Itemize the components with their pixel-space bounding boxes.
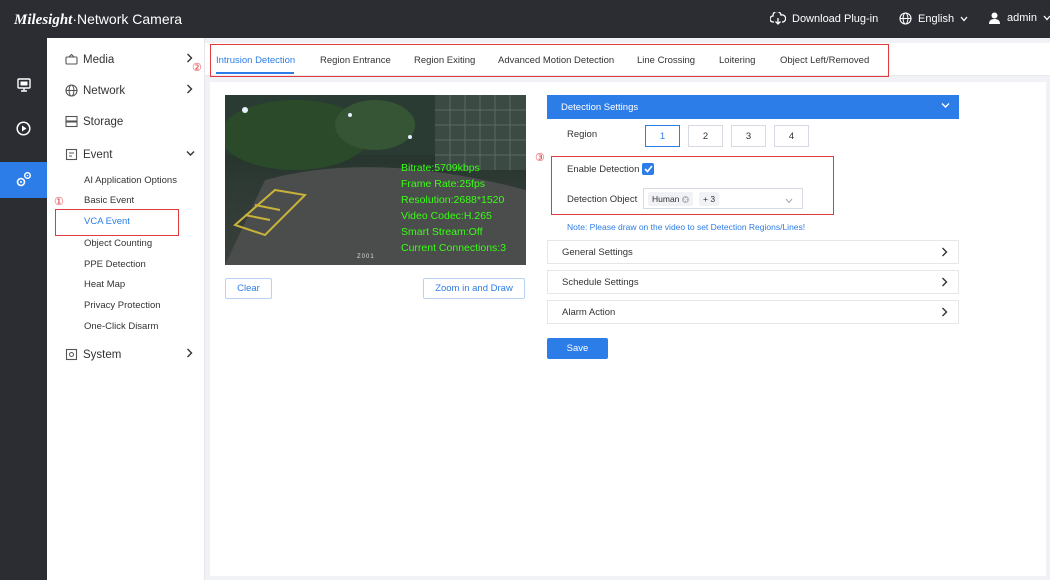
clear-button[interactable]: Clear [225,278,272,299]
sidebar-item-event[interactable]: Event [47,144,205,166]
video-preview[interactable]: Bitrate:5709kbps Frame Rate:25fps Resolu… [225,95,526,265]
sidebar-subitem[interactable]: One-Click Disarm [84,321,158,332]
live-view-nav[interactable] [0,68,47,104]
sidebar-subitem[interactable]: Object Counting [84,238,152,249]
general-settings-section[interactable]: General Settings [547,240,959,264]
schedule-settings-section[interactable]: Schedule Settings [547,270,959,294]
user-menu[interactable]: admin [988,12,1050,24]
region-button-4[interactable]: 4 [774,125,809,147]
media-icon [65,53,78,69]
chevron-down-icon [186,148,195,160]
sidebar-item-label: Event [83,149,113,161]
download-icon [770,12,786,25]
highlight-box-tabs [210,44,889,77]
osd-video-codec: Video Codec:H.265 [401,210,492,222]
sidebar-item-media[interactable]: Media [47,49,205,71]
osd-bitrate: Bitrate:5709kbps [401,162,480,174]
globe-icon [65,84,78,100]
system-icon [65,348,78,364]
highlight-box-vca-event [55,209,179,236]
settings-icon [15,170,33,191]
annotation-marker-2: ② [192,62,202,74]
section-title: General Settings [562,247,633,258]
chevron-right-icon [186,84,193,97]
osd-frame-rate: Frame Rate:25fps [401,178,486,190]
user-label: admin [1007,12,1037,24]
chevron-right-icon [941,307,948,320]
zone-label: Z001 [357,254,375,260]
region-label: Region [567,129,598,140]
storage-icon [65,115,78,131]
language-label: English [918,12,955,25]
chevron-down-icon [960,16,968,22]
draw-note: Note: Please draw on the video to set De… [567,222,806,232]
brand-logo: Milesight [14,12,73,28]
sidebar-subitem[interactable]: AI Application Options [84,175,177,186]
osd-resolution: Resolution:2688*1520 [401,194,505,206]
chevron-down-icon [941,101,950,112]
annotation-marker-1: ① [54,196,64,208]
sidebar-subitem[interactable]: Basic Event [84,195,134,206]
sidebar-item-label: Network [83,85,126,97]
section-title: Alarm Action [562,307,616,318]
globe-icon [899,12,912,25]
region-button-3[interactable]: 3 [731,125,766,147]
sidebar-subitem[interactable]: PPE Detection [84,259,146,270]
download-label: Download Plug-in [792,12,879,25]
annotation-marker-3: ③ [535,152,545,164]
detection-settings-header[interactable]: Detection Settings [547,95,959,119]
region-button-1[interactable]: 1 [645,125,680,147]
playback-icon [16,121,31,139]
playback-nav[interactable] [0,112,47,148]
brand-product: ·Network Camera [72,11,183,27]
settings-nav[interactable] [0,162,47,198]
brand: Milesight·Network Camera [14,11,182,29]
alarm-action-section[interactable]: Alarm Action [547,300,959,324]
sidebar-item-system[interactable]: System [47,344,205,366]
top-bar: Milesight·Network Camera Download Plug-i… [0,0,1050,38]
chevron-right-icon [941,277,948,290]
sidebar-item-network[interactable]: Network [47,80,205,102]
osd-smart-stream: Smart Stream:Off [401,226,483,238]
osd-connections: Current Connections:3 [401,242,507,254]
icon-rail [0,38,47,580]
sidebar-item-label: Media [83,54,115,66]
sidebar-item-label: System [83,349,122,361]
detection-settings-title: Detection Settings [561,102,639,113]
sidebar-item-storage[interactable]: Storage [47,111,205,133]
section-title: Schedule Settings [562,277,639,288]
sidebar-item-label: Storage [83,116,124,128]
chevron-down-icon [1043,15,1050,21]
save-button[interactable]: Save [547,338,608,359]
region-button-2[interactable]: 2 [688,125,723,147]
monitor-icon [16,77,31,95]
event-icon [65,148,78,164]
sidebar-subitem[interactable]: Privacy Protection [84,300,161,311]
download-plugin-link[interactable]: Download Plug-in [770,12,878,25]
highlight-box-detection [551,156,834,215]
zoom-in-draw-button[interactable]: Zoom in and Draw [423,278,525,299]
chevron-right-icon [941,247,948,260]
sidebar-subitem[interactable]: Heat Map [84,279,125,290]
chevron-right-icon [186,348,193,361]
language-dropdown[interactable]: English [899,12,968,25]
user-icon [988,12,1001,24]
